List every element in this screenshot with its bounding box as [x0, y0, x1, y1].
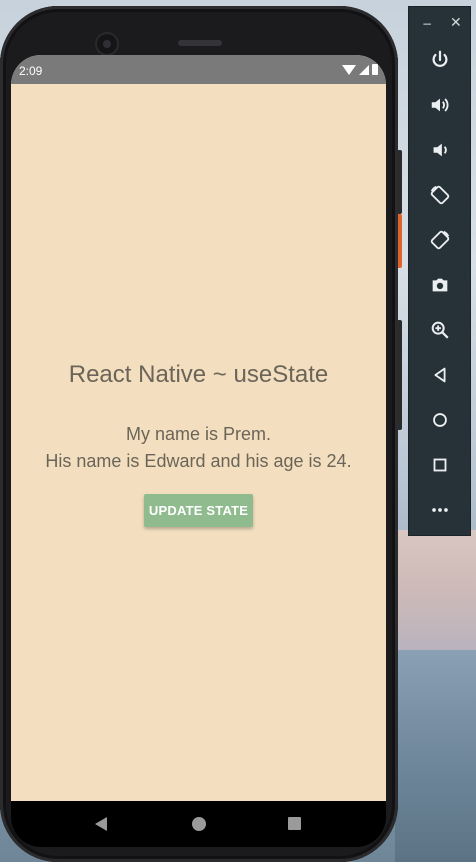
volume-down-button[interactable]	[425, 135, 455, 165]
home-icon	[433, 413, 447, 427]
android-nav-bar	[11, 801, 386, 847]
volume-down-icon	[433, 143, 447, 157]
phone-screen: 2:09 React Native ~ useState My name is …	[11, 55, 386, 801]
minimize-button[interactable]: −	[422, 17, 432, 31]
overview-button[interactable]	[425, 450, 455, 480]
more-button[interactable]	[425, 495, 455, 525]
earpiece	[178, 40, 222, 46]
front-camera-icon	[97, 34, 117, 54]
name-text: My name is Prem.	[125, 424, 272, 444]
nav-back-icon[interactable]	[95, 817, 107, 831]
app-title: React Native ~ useState	[68, 361, 329, 388]
screenshot-button[interactable]	[425, 270, 455, 300]
status-icons	[342, 64, 378, 75]
battery-icon	[372, 64, 378, 75]
rotate-right-icon	[430, 230, 450, 250]
nav-recents-icon[interactable]	[288, 817, 301, 830]
status-bar: 2:09	[11, 55, 386, 84]
volume-up-icon	[431, 98, 449, 112]
wifi-icon	[342, 64, 356, 75]
emulator-toolbar: − ✕	[408, 6, 471, 536]
rotate-left-icon	[430, 185, 450, 205]
more-icon	[432, 508, 448, 512]
rotate-right-button[interactable]	[425, 225, 455, 255]
status-time: 2:09	[19, 64, 43, 78]
desktop-background	[395, 530, 476, 650]
rotate-left-button[interactable]	[425, 180, 455, 210]
signal-icon	[359, 64, 369, 75]
back-icon	[434, 367, 446, 383]
overview-icon	[433, 458, 447, 472]
power-icon	[432, 50, 448, 67]
update-state-button[interactable]: UPDATE STATE	[144, 494, 253, 527]
nav-home-icon[interactable]	[192, 817, 206, 831]
zoom-button[interactable]	[425, 315, 455, 345]
home-button[interactable]	[425, 405, 455, 435]
desktop-background-lower	[395, 650, 476, 862]
state-text: His name is Edward and his age is 24.	[45, 451, 352, 471]
camera-icon	[432, 278, 448, 292]
volume-up-button[interactable]	[425, 90, 455, 120]
zoom-icon	[431, 321, 449, 339]
power-button[interactable]	[425, 45, 455, 75]
back-button[interactable]	[425, 360, 455, 390]
close-button[interactable]: ✕	[450, 15, 462, 31]
emulator-window-controls: − ✕	[409, 15, 472, 35]
